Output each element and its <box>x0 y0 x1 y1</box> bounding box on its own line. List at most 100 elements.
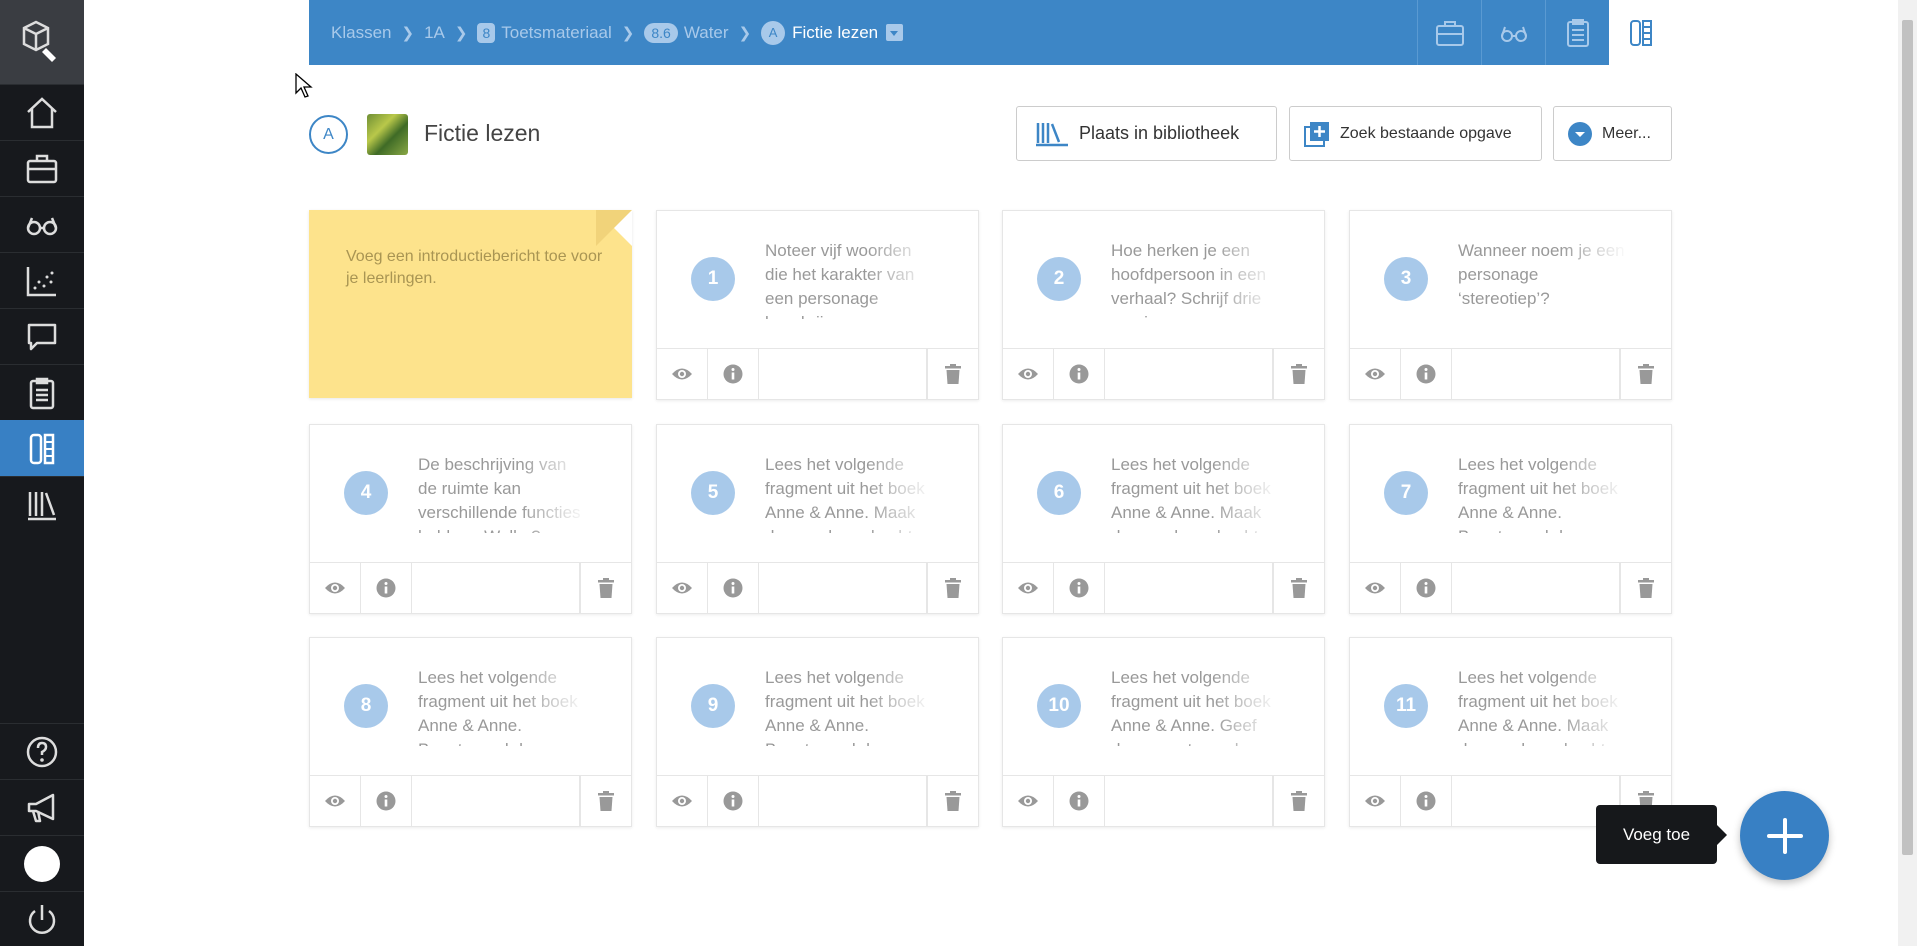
info-button[interactable] <box>1054 776 1105 826</box>
library-icon <box>28 491 56 520</box>
delete-button[interactable] <box>1273 776 1324 826</box>
sidebar-item-home[interactable] <box>0 84 84 140</box>
intro-note[interactable]: Voeg een introductiebericht toe voor je … <box>309 210 632 398</box>
briefcase-icon <box>1435 20 1464 46</box>
preview-button[interactable] <box>310 563 361 613</box>
info-icon <box>723 578 743 598</box>
preview-button[interactable] <box>657 563 708 613</box>
info-button[interactable] <box>361 776 412 826</box>
delete-button[interactable] <box>927 776 978 826</box>
question-card[interactable]: 4 De beschrijving van de ruimte kan versc… <box>309 424 632 614</box>
clipboard-icon <box>1566 18 1589 47</box>
actions-spacer <box>1452 349 1620 399</box>
tab-classes[interactable] <box>1417 0 1481 65</box>
add-copy-icon <box>1304 121 1329 147</box>
delete-button[interactable] <box>1620 349 1671 399</box>
logo-icon[interactable] <box>0 0 84 84</box>
sidebar-item-review[interactable] <box>0 196 84 252</box>
question-number: 1 <box>691 257 735 301</box>
question-card[interactable]: 3 Wanneer noem je een personage ‘stereoti… <box>1349 210 1672 400</box>
preview-button[interactable] <box>1350 776 1401 826</box>
info-button[interactable] <box>1054 349 1105 399</box>
trash-icon <box>1638 364 1654 384</box>
breadcrumb-section[interactable]: 8.6 Water <box>644 22 729 43</box>
place-in-library-button[interactable]: Plaats in bibliotheek <box>1016 106 1277 161</box>
sidebar-item-tasks[interactable] <box>0 420 84 476</box>
info-button[interactable] <box>361 563 412 613</box>
preview-button[interactable] <box>1003 776 1054 826</box>
preview-button[interactable] <box>1003 563 1054 613</box>
question-card[interactable]: 7 Lees het volgende fragment uit het boek… <box>1349 424 1672 614</box>
task-thumbnail[interactable] <box>367 114 408 155</box>
delete-button[interactable] <box>1273 349 1324 399</box>
library-icon <box>1036 122 1068 146</box>
breadcrumb-dropdown-button[interactable] <box>886 24 904 41</box>
eye-icon <box>325 795 345 807</box>
preview-button[interactable] <box>1350 349 1401 399</box>
info-button[interactable] <box>708 776 759 826</box>
preview-button[interactable] <box>1350 563 1401 613</box>
preview-button[interactable] <box>657 776 708 826</box>
sidebar-item-logout[interactable] <box>0 891 84 947</box>
question-card[interactable]: 10 Lees het volgende fragment uit het boe… <box>1002 637 1325 827</box>
preview-button[interactable] <box>310 776 361 826</box>
eye-icon <box>672 368 692 380</box>
info-button[interactable] <box>1401 563 1452 613</box>
tasks-icon <box>29 433 55 464</box>
breadcrumb-chapter[interactable]: 8 Toetsmateriaal <box>477 22 612 43</box>
info-button[interactable] <box>1401 776 1452 826</box>
preview-button[interactable] <box>657 349 708 399</box>
info-button[interactable] <box>1401 349 1452 399</box>
sidebar-item-results[interactable] <box>0 252 84 308</box>
add-tooltip: Voeg toe <box>1596 805 1727 864</box>
question-number: 9 <box>691 684 735 728</box>
sidebar-item-messages[interactable] <box>0 308 84 364</box>
info-button[interactable] <box>1054 563 1105 613</box>
question-card[interactable]: 8 Lees het volgende fragment uit het boek… <box>309 637 632 827</box>
breadcrumb-class[interactable]: 1A <box>424 23 445 43</box>
sidebar-item-announcements[interactable] <box>0 779 84 835</box>
question-card[interactable]: 1 Noteer vijf woorden die het karakter va… <box>656 210 979 400</box>
question-text: De beschrijving van de ruimte kan versch… <box>418 455 581 533</box>
chart-icon <box>26 266 56 296</box>
sidebar-item-library[interactable] <box>0 476 84 532</box>
question-card[interactable]: 6 Lees het volgende fragment uit het boek… <box>1002 424 1325 614</box>
search-existing-task-button[interactable]: Zoek bestaande opgave <box>1289 106 1542 161</box>
more-button[interactable]: Meer... <box>1553 106 1672 161</box>
delete-button[interactable] <box>927 563 978 613</box>
trash-icon <box>1291 364 1307 384</box>
question-text: Noteer vijf woorden die het karakter van… <box>765 241 915 319</box>
question-text: Wanneer noem je een personage ‘stereotie… <box>1458 241 1625 308</box>
sidebar-item-tests[interactable] <box>0 364 84 420</box>
actions-spacer <box>412 776 580 826</box>
delete-button[interactable] <box>580 776 631 826</box>
scrollbar-thumb[interactable] <box>1902 20 1913 855</box>
question-card[interactable]: 11 Lees het volgende fragment uit het boe… <box>1349 637 1672 827</box>
breadcrumb-classes[interactable]: Klassen <box>331 23 391 43</box>
info-button[interactable] <box>708 563 759 613</box>
question-card[interactable]: 2 Hoe herken je een hoofdpersoon in een v… <box>1002 210 1325 400</box>
actions-spacer <box>1105 776 1273 826</box>
info-icon <box>723 364 743 384</box>
tab-tasks[interactable] <box>1609 0 1672 65</box>
sidebar-item-classes[interactable] <box>0 140 84 196</box>
preview-button[interactable] <box>1003 349 1054 399</box>
question-actions <box>657 562 978 613</box>
question-card[interactable]: 9 Lees het volgende fragment uit het boek… <box>656 637 979 827</box>
tab-review[interactable] <box>1481 0 1545 65</box>
eye-icon <box>672 582 692 594</box>
info-button[interactable] <box>708 349 759 399</box>
actions-spacer <box>1452 563 1620 613</box>
tab-tests[interactable] <box>1545 0 1609 65</box>
clipboard-icon <box>29 377 55 409</box>
sidebar-item-help[interactable] <box>0 723 84 779</box>
delete-button[interactable] <box>1273 563 1324 613</box>
question-card[interactable]: 5 Lees het volgende fragment uit het boek… <box>656 424 979 614</box>
delete-button[interactable] <box>927 349 978 399</box>
eye-icon <box>1018 795 1038 807</box>
add-button[interactable] <box>1740 791 1829 880</box>
delete-button[interactable] <box>580 563 631 613</box>
actions-spacer <box>759 563 927 613</box>
sidebar-item-profile[interactable] <box>0 835 84 891</box>
delete-button[interactable] <box>1620 563 1671 613</box>
